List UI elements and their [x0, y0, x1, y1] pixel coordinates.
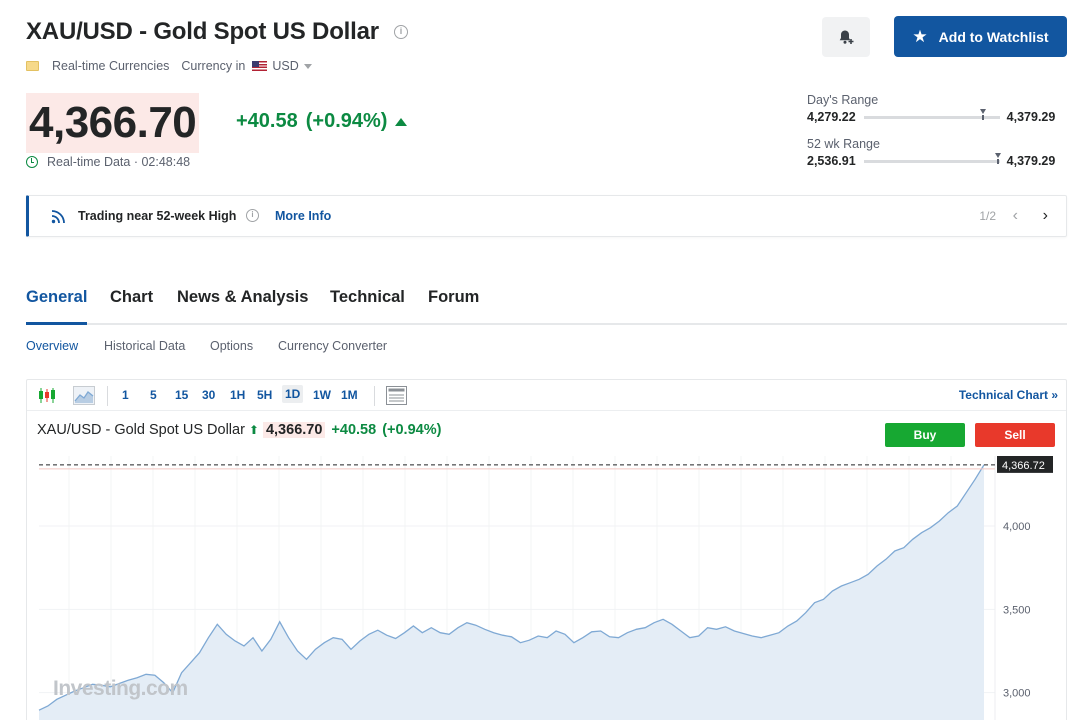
days-range-tick [982, 114, 985, 120]
last-price-label: 4,366.72 [1002, 460, 1045, 472]
52wk-range-label: 52 wk Range [807, 137, 880, 151]
chart-change-percent: (+0.94%) [382, 422, 442, 438]
star-icon: ★ [912, 26, 928, 46]
y-tick-label: 3,500 [1003, 604, 1031, 616]
up-arrow-icon: ⬆ [248, 423, 259, 437]
more-info-link[interactable]: More Info [275, 209, 331, 223]
days-range-high: 4,379.29 [1006, 110, 1056, 124]
main-tabs: General Chart News & Analysis Technical … [26, 286, 1067, 325]
up-arrow-icon [395, 117, 408, 126]
instrument-title: XAU/USD - Gold Spot US Dollar [26, 18, 379, 45]
interval-1d[interactable]: 1D [282, 385, 304, 403]
toolbar-divider [107, 386, 108, 406]
price-change: +40.58 (+0.94%) [236, 110, 408, 133]
interval-1w[interactable]: 1W [313, 388, 331, 402]
52wk-range-bar [863, 152, 1002, 164]
table-view-icon[interactable] [386, 386, 407, 405]
alert-page-indicator: 1/2 [979, 209, 996, 223]
info-icon[interactable]: i [394, 25, 408, 39]
interval-5[interactable]: 5 [150, 388, 157, 402]
days-range: Day's Range 4,279.22 4,379.29 [807, 93, 1067, 124]
tab-general[interactable]: General [26, 286, 88, 325]
subtab-options[interactable]: Options [210, 339, 253, 353]
sell-button[interactable]: Sell [975, 423, 1055, 447]
days-range-low: 4,279.22 [807, 110, 856, 124]
52wk-range: 52 wk Range 2,536.91 4,379.29 [807, 137, 1067, 168]
us-flag-icon [252, 61, 268, 71]
last-price-box: 4,366.70 [26, 93, 200, 153]
clock-icon [26, 156, 38, 168]
instrument-header: XAU/USD - Gold Spot US Dollar i Real-tim… [26, 16, 1067, 76]
last-price: 4,366.70 [29, 98, 197, 147]
chevron-right-icon[interactable]: › [1043, 207, 1048, 225]
folder-icon [26, 61, 39, 71]
chart-last-price: 4,366.70 [262, 422, 326, 438]
days-range-label: Day's Range [807, 93, 879, 107]
tab-chart[interactable]: Chart [110, 286, 153, 325]
tab-forum[interactable]: Forum [428, 286, 479, 325]
chevron-left-icon[interactable]: ‹ [1013, 207, 1018, 225]
watchlist-label: Add to Watchlist [938, 28, 1049, 45]
info-icon[interactable]: i [246, 209, 259, 222]
days-range-marker [980, 108, 987, 114]
candlestick-icon[interactable] [38, 387, 56, 404]
y-tick-label: 4,000 [1003, 521, 1031, 533]
toolbar-divider [374, 386, 375, 406]
instrument-meta: Real-time Currencies Currency in USD [26, 59, 312, 73]
chart-instrument-name: XAU/USD - Gold Spot US Dollar [37, 422, 245, 438]
subtab-historical-data[interactable]: Historical Data [104, 339, 185, 353]
add-to-watchlist-button[interactable]: ★ Add to Watchlist [894, 16, 1067, 57]
alert-text: Trading near 52-week High [78, 209, 237, 223]
currency-select[interactable]: USD [272, 59, 298, 73]
y-tick-label: 3,000 [1003, 688, 1031, 700]
tab-news-analysis[interactable]: News & Analysis [177, 286, 308, 325]
realtime-status: Real-time Data · 02:48:48 [26, 155, 190, 169]
chart-change-value: +40.58 [331, 422, 377, 438]
market-alert-banner: Trading near 52-week High i More Info 1/… [26, 195, 1067, 237]
price-chart[interactable]: 3,000 3,500 4,000 4,366.72 Investing.com [27, 456, 1067, 720]
signal-icon [51, 210, 65, 224]
52wk-range-marker [995, 152, 1002, 158]
buy-button[interactable]: Buy [885, 423, 965, 447]
interval-30[interactable]: 30 [202, 388, 215, 402]
realtime-label: Real-time Data · 02:48:48 [47, 155, 191, 169]
chart-widget: 1 5 15 30 1H 5H 1D 1W 1M Technical Chart… [26, 379, 1067, 720]
investing-watermark: Investing.com [53, 677, 188, 700]
chart-legend: XAU/USD - Gold Spot US Dollar ⬆ 4,366.70… [37, 422, 441, 438]
interval-1h[interactable]: 1H [230, 388, 245, 402]
chart-toolbar: 1 5 15 30 1H 5H 1D 1W 1M Technical Chart… [27, 380, 1066, 411]
subtab-currency-converter[interactable]: Currency Converter [278, 339, 387, 353]
change-percent: (+0.94%) [305, 110, 388, 132]
change-value: +40.58 [236, 110, 298, 132]
interval-1[interactable]: 1 [122, 388, 129, 402]
chevron-down-icon[interactable] [303, 63, 312, 69]
area-chart-icon[interactable] [73, 386, 95, 405]
interval-15[interactable]: 15 [175, 388, 188, 402]
bell-plus-icon [839, 30, 854, 44]
category-link[interactable]: Real-time Currencies [52, 59, 169, 73]
tab-technical[interactable]: Technical [330, 286, 405, 325]
subtab-overview[interactable]: Overview [26, 339, 78, 353]
price-alert-button[interactable] [822, 17, 870, 57]
currency-label: Currency in [181, 59, 246, 73]
days-range-bar [863, 108, 1000, 120]
interval-1m[interactable]: 1M [341, 388, 358, 402]
52wk-range-tick [997, 158, 1000, 164]
interval-5h[interactable]: 5H [257, 388, 272, 402]
52wk-range-low: 2,536.91 [807, 154, 856, 168]
technical-chart-link[interactable]: Technical Chart » [959, 388, 1058, 402]
52wk-range-high: 4,379.29 [1006, 154, 1056, 168]
